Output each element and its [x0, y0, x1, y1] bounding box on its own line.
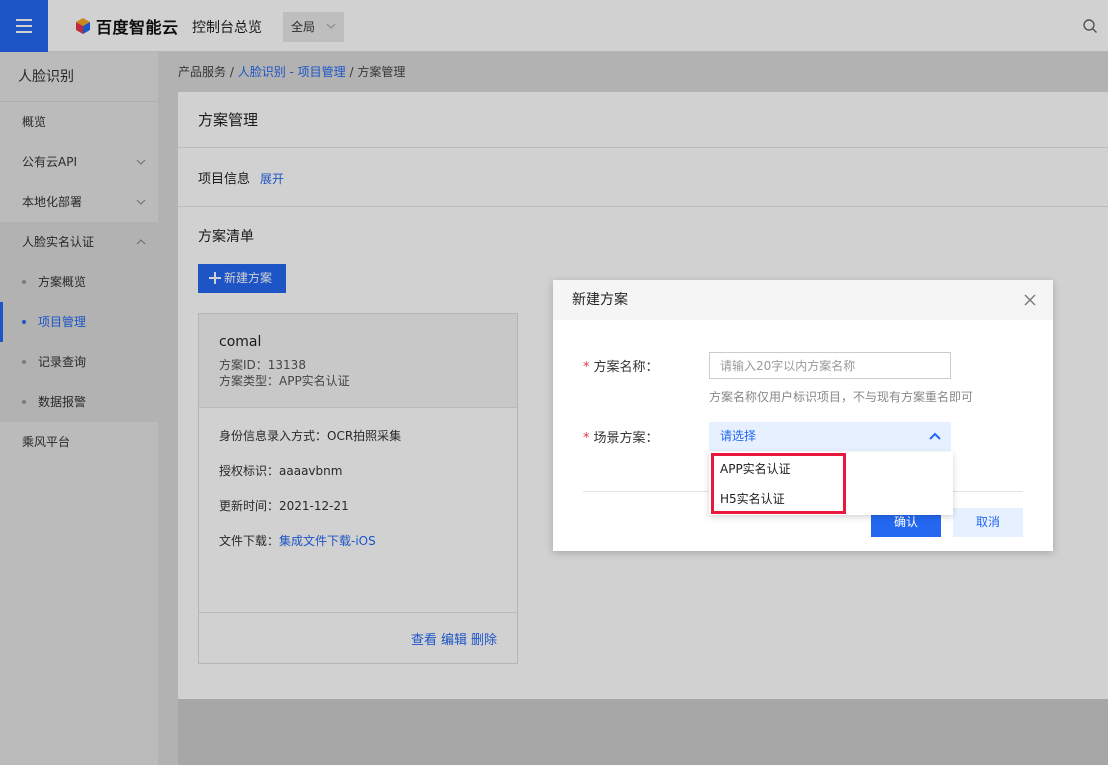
cancel-button[interactable]: 取消: [953, 508, 1023, 537]
close-icon[interactable]: [1024, 294, 1036, 306]
dialog-header: 新建方案: [553, 280, 1053, 320]
plan-name-label-text: 方案名称：: [593, 360, 659, 375]
plan-name-label: * 方案名称：: [583, 356, 659, 375]
dialog-title: 新建方案: [572, 292, 628, 308]
highlight-annotation-box: [711, 453, 846, 514]
scene-label-text: 场景方案：: [593, 431, 659, 446]
scene-select-value: 请选择: [720, 429, 757, 443]
plan-name-hint: 方案名称仅用户标识项目，不与现有方案重名即可: [709, 390, 974, 404]
required-mark: *: [583, 431, 590, 446]
required-mark: *: [583, 360, 590, 375]
chevron-up-icon: [929, 432, 941, 440]
scene-label: * 场景方案：: [583, 427, 659, 446]
plan-name-input[interactable]: [709, 352, 951, 379]
scene-select[interactable]: 请选择: [709, 422, 951, 451]
